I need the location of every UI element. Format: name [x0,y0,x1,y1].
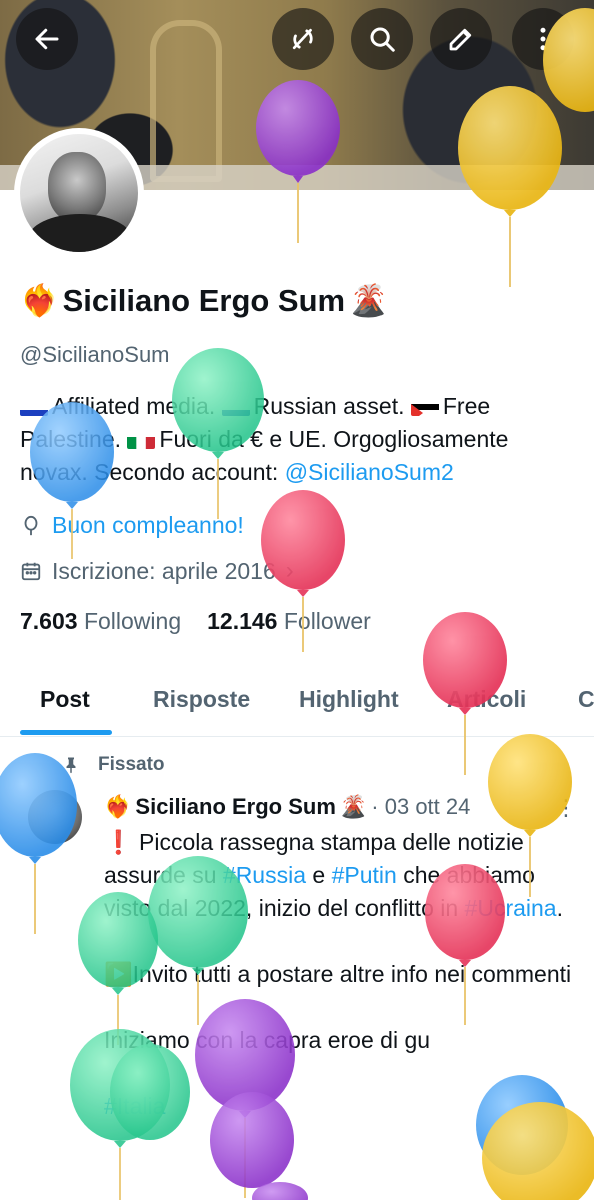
hashtag-russia[interactable]: #Russia [223,862,306,888]
profile-tabs: Post Risposte Highlight Articoli C [0,668,594,737]
search-icon [370,27,395,52]
banner-chair [150,20,222,182]
post-text-invite: ▶️Invito tutti a postare altre info nei … [104,961,572,987]
avatar-face [48,152,106,222]
profile-name-text: Siciliano Ergo Sum [62,282,346,318]
post-more-icon[interactable]: ⋮ [555,795,577,821]
search-button[interactable] [351,8,413,70]
tab-articoli[interactable]: Articoli [447,686,526,713]
followers-label: Follower [283,608,371,634]
post-header: ❤️‍🔥 Siciliano Ergo Sum 🌋 · 03 ott 24 [104,794,470,820]
follow-stats: 7.603 Following 12.146 Follower [20,608,371,635]
pinned-label-row: Fissato [62,754,165,776]
followers-count: 12.146 [207,608,278,634]
grok-slash-icon [292,28,313,50]
pencil-icon [449,28,472,51]
birthday-row: Buon compleanno! [20,512,244,539]
post-text-and: e [306,862,332,888]
balloon-blue-left-2 [0,753,77,934]
bio-text-2: Russian asset. [253,393,405,419]
grok-button[interactable] [272,8,334,70]
joined-row: Iscrizione: aprile 2016 › [20,557,294,585]
chevron-right-icon[interactable]: › [286,557,294,585]
profile-avatar[interactable] [14,128,144,258]
back-button[interactable] [16,8,78,70]
balloon-purple-bottom-3 [252,1182,308,1200]
avatar-suit [28,214,132,252]
post-text-period: . [556,895,563,921]
profile-bio: Affiliated media. Russian asset. Free Pa… [20,390,570,489]
hashtag-italia[interactable]: #Italia [104,1093,165,1119]
tab-more[interactable]: C [578,686,594,713]
tab-risposte[interactable]: Risposte [153,686,250,713]
hashtag-ucraina[interactable]: #Ucraina [465,895,557,921]
profile-name: ❤️‍🔥 Siciliano Ergo Sum 🌋 [20,282,388,319]
palestine-flag-icon [410,398,439,416]
heart-fire-emoji: ❤️‍🔥 [20,283,59,318]
birthday-text[interactable]: Buon compleanno! [52,512,244,539]
post-text-start: Iniziamo con la capra eroe di gu [104,1027,431,1053]
following-link[interactable]: 7.603 Following [20,608,181,635]
avatar-photo [20,134,138,252]
profile-handle: @SicilianoSum [20,342,170,367]
active-tab-indicator [20,730,112,735]
more-button[interactable] [512,8,574,70]
volcano-emoji: 🌋 [339,794,368,819]
heart-fire-emoji: ❤️‍🔥 [104,794,132,819]
pin-icon [66,757,76,774]
pinned-label: Fissato [98,754,165,775]
joined-text: Iscrizione: aprile 2016 [52,557,276,584]
tab-post[interactable]: Post [40,686,90,713]
calendar-icon [21,562,41,581]
italy-flag-icon [127,431,156,449]
russia-flag-icon [221,398,250,416]
arrow-left-icon [35,28,59,50]
edit-button[interactable] [430,8,492,70]
post-author-name[interactable]: Siciliano Ergo Sum [135,794,335,820]
more-vertical-icon [540,27,546,51]
following-label: Following [83,608,182,634]
hashtag-putin[interactable]: #Putin [332,862,397,888]
russia-flag-icon [20,398,48,416]
bio-text-1: Affiliated media. [52,393,216,419]
volcano-emoji: 🌋 [349,283,388,318]
tab-highlight[interactable]: Highlight [299,686,399,713]
bio-link-second-account[interactable]: @SicilianoSum2 [285,459,454,485]
following-count: 7.603 [20,608,78,634]
balloon-icon [24,515,38,535]
post-date[interactable]: · 03 ott 24 [371,794,470,820]
followers-link[interactable]: 12.146 Follower [207,608,371,635]
post-author-avatar[interactable] [28,790,82,844]
post-body[interactable]: ❗ Piccola rassegna stampa delle notizie … [104,826,574,1123]
